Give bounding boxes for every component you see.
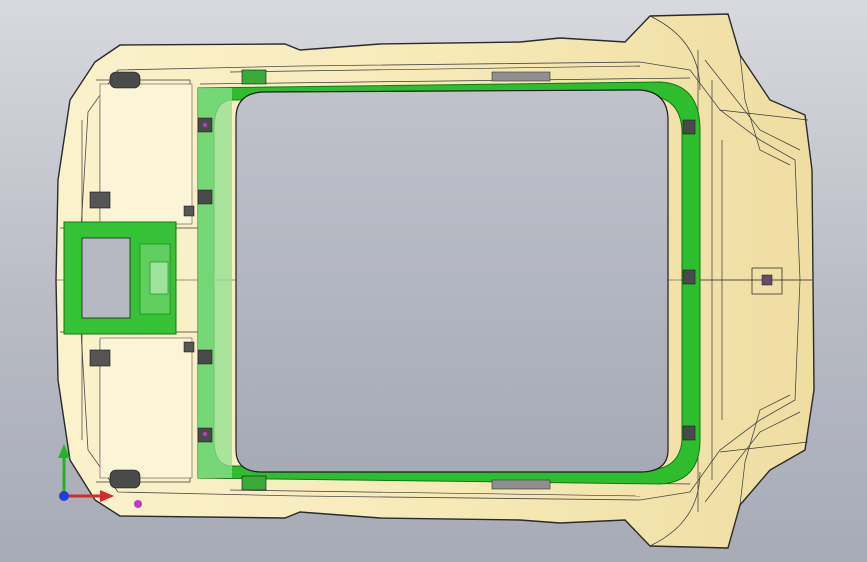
fastener-marker[interactable] <box>203 432 207 436</box>
visor-mount[interactable] <box>89 349 111 367</box>
frame-left-flange <box>198 88 232 478</box>
frame-clip[interactable] <box>682 425 696 441</box>
fastener-marker[interactable] <box>203 123 207 127</box>
frame-clip[interactable] <box>682 119 696 135</box>
sunroof-opening <box>235 89 669 473</box>
x-axis-arrowhead <box>100 490 114 502</box>
overhead-console-opening <box>81 237 131 319</box>
side-rail-slot <box>491 479 551 490</box>
visor-mount[interactable] <box>89 191 111 209</box>
frame-clip[interactable] <box>197 349 213 365</box>
roof-panel-model[interactable] <box>0 0 867 562</box>
frame-clip[interactable] <box>241 475 267 491</box>
rear-lamp-clip[interactable] <box>761 274 773 286</box>
console-mount-plate <box>149 261 169 295</box>
frame-clip[interactable] <box>682 269 696 285</box>
side-rail-slot <box>491 71 551 82</box>
z-axis-point <box>59 491 69 501</box>
frame-clip[interactable] <box>197 189 213 205</box>
cad-graphics-viewport[interactable] <box>0 0 867 562</box>
frame-clip[interactable] <box>241 69 267 85</box>
trim-clip[interactable] <box>183 341 195 353</box>
grab-handle-mount[interactable] <box>109 71 141 89</box>
trim-clip[interactable] <box>183 205 195 217</box>
axis-triad-icon <box>58 444 114 502</box>
fastener-marker[interactable] <box>134 500 142 508</box>
front-left-trim-panel <box>99 83 193 225</box>
y-axis-arrowhead <box>58 444 70 458</box>
